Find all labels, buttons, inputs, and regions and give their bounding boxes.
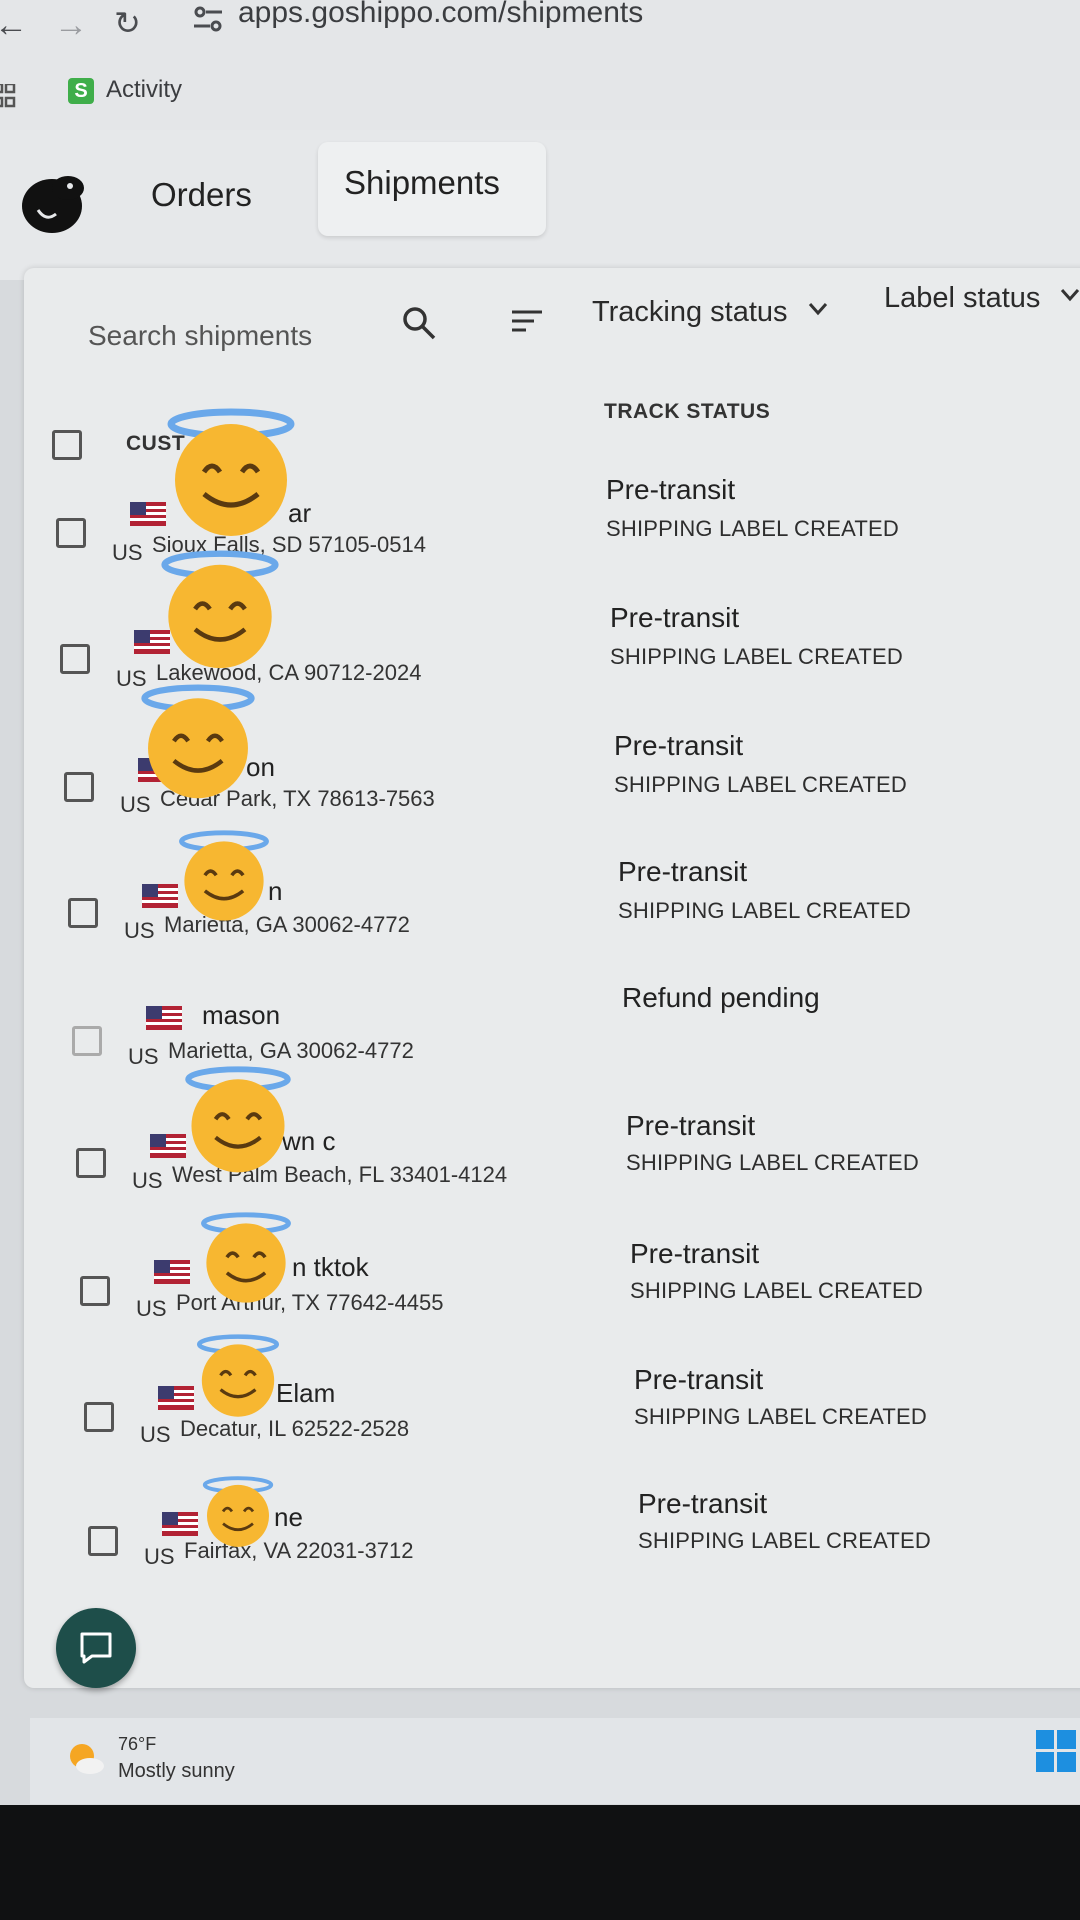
reload-icon[interactable]: ↻	[114, 4, 141, 42]
chevron-down-icon	[1060, 289, 1080, 302]
address-bar[interactable]: apps.goshippo.com/shipments	[238, 0, 643, 30]
country-code: US	[132, 1168, 163, 1193]
select-all-checkbox[interactable]	[52, 430, 82, 460]
track-status: Pre-transit	[638, 1488, 768, 1519]
label-status-label: Label status	[884, 282, 1041, 314]
country-code: US	[140, 1422, 171, 1447]
track-status: Refund pending	[622, 982, 820, 1013]
track-substatus: SHIPPING LABEL CREATED	[630, 1278, 923, 1303]
bookmark-activity[interactable]: Activity	[106, 76, 182, 104]
windows-taskbar: 76°F Mostly sunny	[30, 1718, 1080, 1804]
app-header: Orders Shipments	[0, 130, 1080, 280]
row-checkbox[interactable]	[60, 644, 90, 674]
country-code: US	[124, 918, 155, 943]
track-status: Pre-transit	[610, 602, 740, 633]
column-header-track-status[interactable]: TRACK STATUS	[604, 400, 770, 424]
row-checkbox[interactable]	[72, 1026, 102, 1056]
row-checkbox[interactable]	[76, 1148, 106, 1178]
track-substatus: SHIPPING LABEL CREATED	[626, 1150, 919, 1175]
us-flag-icon	[150, 1134, 186, 1158]
us-flag-icon	[158, 1386, 194, 1410]
customer-address: Decatur, IL 62522-2528	[180, 1416, 410, 1441]
customer-name: Elam	[276, 1378, 336, 1408]
weather-description[interactable]: Mostly sunny	[118, 1760, 235, 1783]
us-flag-icon	[142, 884, 178, 908]
country-code: US	[144, 1544, 175, 1569]
track-status: Pre-transit	[614, 730, 744, 761]
forward-icon[interactable]: →	[54, 6, 88, 45]
row-checkbox[interactable]	[88, 1526, 118, 1556]
smiling-halo-emoji	[179, 830, 269, 921]
customer-name: ne	[274, 1502, 303, 1532]
weather-icon[interactable]	[66, 1738, 106, 1778]
track-status: Pre-transit	[618, 856, 748, 887]
windows-start-icon[interactable]	[1036, 1730, 1076, 1772]
us-flag-icon	[130, 502, 166, 526]
track-status: Pre-transit	[606, 474, 736, 505]
track-substatus: SHIPPING LABEL CREATED	[618, 898, 911, 923]
smiling-halo-emoji	[202, 1476, 274, 1547]
us-flag-icon	[146, 1006, 182, 1030]
smiling-halo-emoji	[167, 408, 295, 536]
chat-button[interactable]	[56, 1608, 136, 1688]
screen: ← → ↻ apps.goshippo.com/shipments S Acti…	[0, 0, 1080, 1805]
track-status: Pre-transit	[630, 1238, 760, 1269]
sort-icon[interactable]	[510, 308, 544, 336]
chevron-down-icon	[808, 303, 828, 316]
smiling-halo-emoji	[201, 1212, 291, 1303]
us-flag-icon	[154, 1260, 190, 1284]
tab-shipments[interactable]: Shipments	[318, 142, 546, 236]
search-icon[interactable]	[402, 306, 436, 340]
weather-temperature[interactable]: 76°F	[118, 1734, 156, 1755]
smiling-halo-emoji	[185, 1066, 291, 1173]
track-substatus: SHIPPING LABEL CREATED	[638, 1528, 931, 1553]
tab-orders[interactable]: Orders	[151, 176, 252, 214]
customer-name: n tktok	[292, 1252, 369, 1282]
country-code: US	[136, 1296, 167, 1321]
track-substatus: SHIPPING LABEL CREATED	[614, 772, 907, 797]
track-substatus: SHIPPING LABEL CREATED	[606, 516, 899, 541]
tracking-status-label: Tracking status	[592, 296, 788, 328]
country-code: US	[112, 540, 143, 565]
customer-address: Marietta, GA 30062-4772	[168, 1038, 414, 1063]
site-settings-icon[interactable]	[192, 4, 224, 34]
row-checkbox[interactable]	[64, 772, 94, 802]
us-flag-icon	[162, 1512, 198, 1536]
back-icon[interactable]: ←	[0, 6, 28, 45]
shippo-logo[interactable]	[20, 170, 86, 234]
country-code: US	[128, 1044, 159, 1069]
browser-toolbar: ← → ↻ apps.goshippo.com/shipments S Acti…	[0, 0, 1080, 130]
tab-shipments-label: Shipments	[344, 164, 500, 201]
row-checkbox[interactable]	[56, 518, 86, 548]
customer-name: mason	[202, 1000, 281, 1030]
smiling-halo-emoji	[141, 684, 255, 799]
track-status: Pre-transit	[626, 1110, 756, 1141]
track-substatus: SHIPPING LABEL CREATED	[610, 644, 903, 669]
customer-name: n	[268, 876, 283, 906]
track-substatus: SHIPPING LABEL CREATED	[634, 1404, 927, 1429]
row-checkbox[interactable]	[80, 1276, 110, 1306]
chat-icon	[80, 1632, 112, 1664]
row-checkbox[interactable]	[84, 1402, 114, 1432]
bookmark-favicon[interactable]: S	[68, 78, 94, 104]
row-checkbox[interactable]	[68, 898, 98, 928]
smiling-halo-emoji	[161, 550, 279, 669]
track-status: Pre-transit	[634, 1364, 764, 1395]
apps-icon[interactable]	[0, 84, 16, 110]
smiling-halo-emoji	[196, 1334, 280, 1417]
search-input[interactable]: Search shipments	[88, 320, 312, 352]
